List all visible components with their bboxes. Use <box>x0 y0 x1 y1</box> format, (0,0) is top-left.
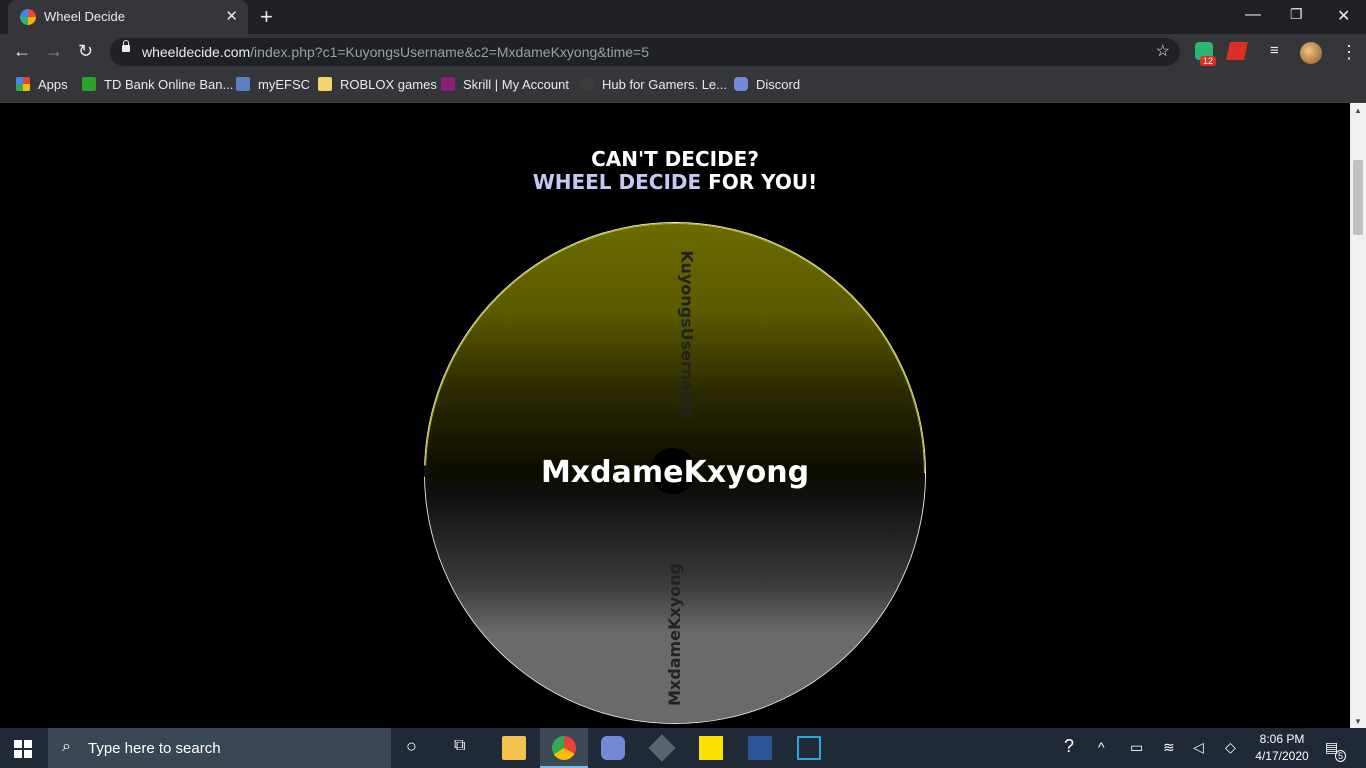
apps-grid-icon <box>16 77 30 91</box>
heading-line1: CAN'T DECIDE? <box>591 147 759 171</box>
result-text: MxdameKxyong <box>540 455 810 490</box>
windows-start-icon[interactable] <box>14 740 32 758</box>
bookmark-discord[interactable]: Discord <box>734 77 800 92</box>
bookmark-star-icon[interactable]: ☆ <box>1156 41 1170 61</box>
roblox-extension-icon[interactable] <box>1226 42 1248 60</box>
minimize-icon[interactable]: — <box>1245 6 1261 24</box>
clock-date: 4/17/2020 <box>1255 749 1309 763</box>
scroll-down-icon[interactable]: ▼ <box>1354 717 1362 726</box>
help-icon[interactable]: ? <box>1064 736 1074 757</box>
lock-icon <box>122 40 130 52</box>
profile-avatar[interactable] <box>1300 42 1322 64</box>
scroll-thumb[interactable] <box>1353 160 1363 235</box>
bookmark-roblox-games[interactable]: ROBLOX games <box>318 77 437 92</box>
segment-label-2: MxdameKxyong <box>665 563 684 706</box>
search-placeholder: Type here to search <box>88 740 221 757</box>
browser-tab[interactable]: Wheel Decide ✕ <box>8 0 248 34</box>
discord-icon <box>734 77 748 91</box>
window-close-icon[interactable]: ✕ <box>1337 6 1350 26</box>
heading-rest: FOR YOU! <box>701 170 818 194</box>
notification-count: 5 <box>1335 750 1347 762</box>
chrome-icon <box>552 736 576 760</box>
clock-time: 8:06 PM <box>1259 732 1305 746</box>
taskbar-search[interactable]: ⌕ Type here to search <box>48 728 391 768</box>
restore-icon[interactable]: ❐ <box>1290 6 1303 23</box>
reload-icon[interactable]: ↻ <box>78 41 93 62</box>
hub-icon <box>580 77 594 91</box>
address-bar[interactable]: wheeldecide.com/index.php?c1=KuyongsUser… <box>110 38 1180 66</box>
chrome-taskbar-item[interactable] <box>540 728 588 768</box>
wifi-icon[interactable]: ≋ <box>1163 739 1175 756</box>
bookmark-skrill[interactable]: Skrill | My Account <box>441 77 569 92</box>
bookmark-apps[interactable]: Apps <box>16 77 68 92</box>
forward-icon[interactable]: → <box>45 41 63 62</box>
browser-toolbar: ← → ↻ wheeldecide.com/index.php?c1=Kuyon… <box>0 34 1366 70</box>
taskbar: ⌕ Type here to search ○ ⧉ ? ^ ▭ ≋ ◁ ◇ 8:… <box>0 728 1366 768</box>
media-queue-icon[interactable]: ≡ <box>1270 42 1279 59</box>
task-view-icon[interactable]: ⧉ <box>454 737 465 755</box>
system-clock[interactable]: 8:06 PM 4/17/2020 <box>1252 731 1312 765</box>
page-content: CAN'T DECIDE? WHEEL DECIDE FOR YOU! Kuyo… <box>0 103 1350 728</box>
app-taskbar-icon[interactable] <box>648 734 676 762</box>
discord-taskbar-icon[interactable] <box>601 736 625 760</box>
skrill-icon <box>441 77 455 91</box>
wheel-favicon-icon <box>20 9 36 25</box>
volume-icon[interactable]: ◁ <box>1193 739 1204 756</box>
new-tab-button[interactable]: + <box>260 4 273 30</box>
bookmark-td-bank[interactable]: TD Bank Online Ban... <box>82 77 233 92</box>
close-tab-icon[interactable]: ✕ <box>225 7 238 25</box>
url-text: wheeldecide.com/index.php?c1=KuyongsUser… <box>142 44 650 60</box>
scroll-up-icon[interactable]: ▲ <box>1354 106 1362 115</box>
efsc-icon <box>236 77 250 91</box>
file-explorer-icon[interactable] <box>502 736 526 760</box>
dropbox-icon[interactable]: ◇ <box>1225 739 1236 756</box>
word-icon[interactable] <box>748 736 772 760</box>
tab-title: Wheel Decide <box>44 9 125 24</box>
cortana-icon[interactable]: ○ <box>406 736 417 757</box>
heading-accent: WHEEL DECIDE <box>532 170 702 194</box>
td-bank-icon <box>82 77 96 91</box>
page-scrollbar[interactable]: ▲ ▼ <box>1350 103 1366 728</box>
folder-icon <box>318 77 332 91</box>
bookmark-myefsc[interactable]: myEFSC <box>236 77 310 92</box>
segment-label-1: KuyongsUsername <box>677 250 697 419</box>
sticky-notes-icon[interactable] <box>699 736 723 760</box>
back-icon[interactable]: ← <box>13 41 31 62</box>
menu-icon[interactable]: ⋮ <box>1340 42 1358 63</box>
bookmark-hub-for-gamers[interactable]: Hub for Gamers. Le... <box>580 77 727 92</box>
heading-line2: WHEEL DECIDE FOR YOU! <box>0 170 1350 194</box>
bookmarks-bar: Apps TD Bank Online Ban... myEFSC ROBLOX… <box>0 70 1366 103</box>
show-hidden-icons[interactable]: ^ <box>1098 739 1105 755</box>
search-icon: ⌕ <box>62 738 71 755</box>
tab-strip: Wheel Decide ✕ + — ❐ ✕ <box>0 0 1366 34</box>
battery-icon[interactable]: ▭ <box>1130 739 1143 756</box>
extension-badge: 12 <box>1200 56 1217 66</box>
vegas-icon[interactable] <box>797 736 821 760</box>
